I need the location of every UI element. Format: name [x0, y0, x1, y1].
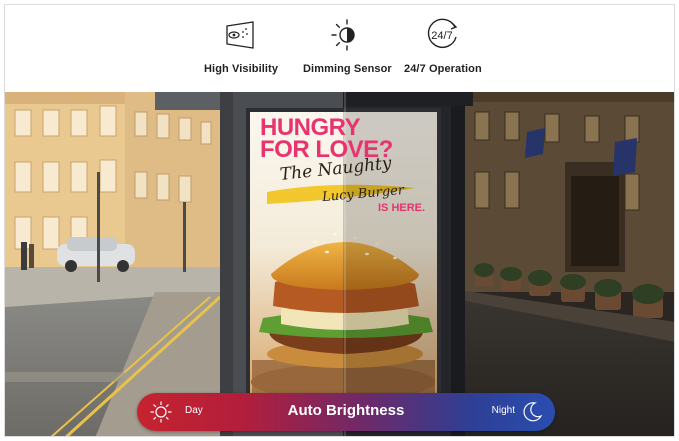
operation-24-7-icon: 24/7: [423, 15, 463, 55]
feature-label: 24/7 Operation: [404, 63, 482, 75]
moon-icon: [523, 402, 543, 422]
auto-brightness-bar: Day Auto Brightness Night: [137, 393, 555, 431]
feature-label: High Visibility: [204, 63, 279, 75]
feature-high-visibility: High Visibility: [204, 15, 278, 75]
poster-copy: HUNGRY FOR LOVE? The Naughty Lucy Burger…: [260, 116, 440, 215]
dimming-sensor-icon: [327, 15, 367, 55]
feature-label: Dimming Sensor: [303, 63, 392, 75]
svg-text:24/7: 24/7: [431, 30, 452, 42]
feature-dimming-sensor: Dimming Sensor: [303, 15, 392, 75]
high-visibility-icon: [221, 15, 261, 55]
night-label: Night: [491, 405, 515, 416]
poster-tagline: IS HERE.: [378, 202, 426, 214]
feature-24-7-operation: 24/7 24/7 Operation: [404, 15, 482, 75]
product-feature-card: High Visibility Dimming Sensor 24/7 24/7…: [4, 4, 675, 437]
feature-row: High Visibility Dimming Sensor 24/7 24/7…: [5, 5, 674, 91]
